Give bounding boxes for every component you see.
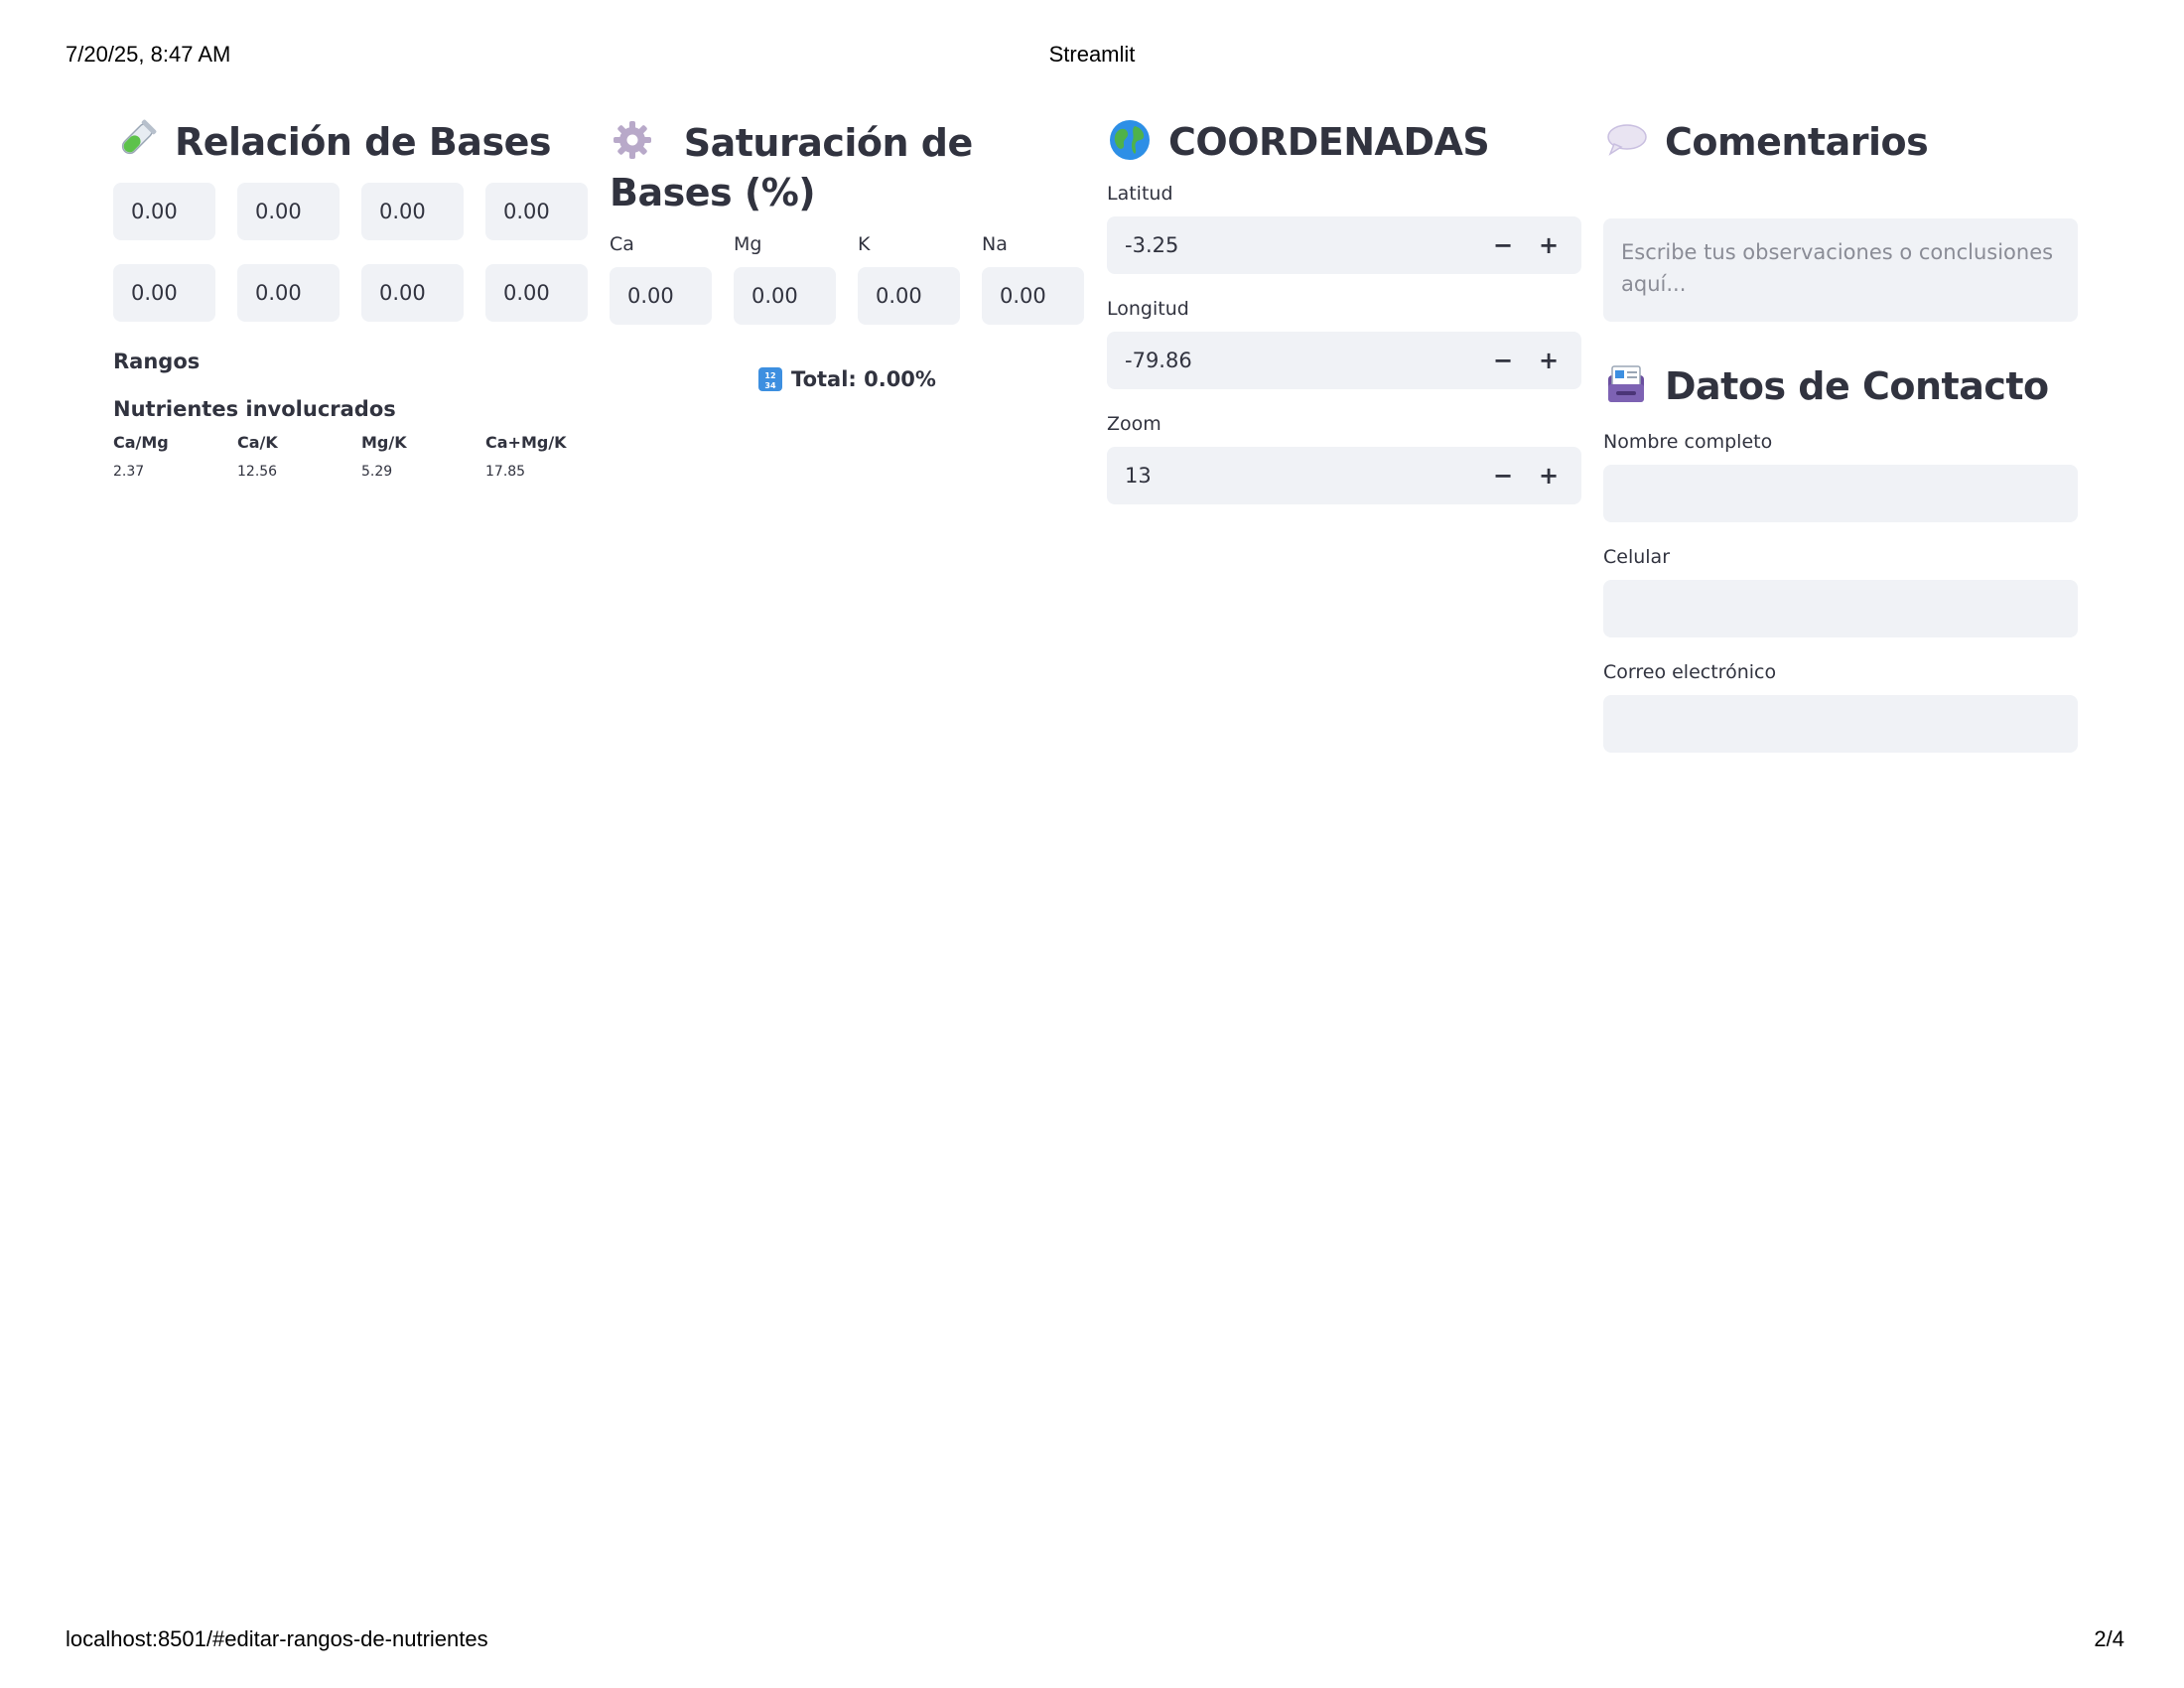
saturacion-total: 12 34 Total: 0.00% xyxy=(610,366,1084,392)
correo-label: Correo electrónico xyxy=(1603,661,1777,683)
saturacion-field-na: Na 0.00 xyxy=(982,233,1084,325)
longitud-label: Longitud xyxy=(1107,298,1189,320)
comentarios-textarea[interactable]: Escribe tus observaciones o conclusiones… xyxy=(1603,218,2078,322)
relacion-title: Relación de Bases xyxy=(175,120,551,164)
saturacion-fields: Ca 0.00 Mg 0.00 K 0.00 Na 0.00 xyxy=(610,233,1084,325)
contacto-title: Datos de Contacto xyxy=(1665,364,2049,408)
mg-input[interactable]: 0.00 xyxy=(734,267,836,325)
svg-text:34: 34 xyxy=(764,381,776,390)
print-page-number: 2/4 xyxy=(2094,1626,2124,1651)
zoom-label: Zoom xyxy=(1107,413,1161,435)
ratio-value: 17.85 xyxy=(485,464,526,480)
ratio-name: Mg/K xyxy=(361,433,407,452)
field-label: Ca xyxy=(610,233,634,255)
correo-input[interactable] xyxy=(1603,695,2078,753)
zoom-number-input[interactable]: 13 − + xyxy=(1107,447,1581,504)
relacion-input[interactable]: 0.00 xyxy=(485,264,588,322)
zoom-stepper: − + xyxy=(1480,447,1571,504)
latitud-label: Latitud xyxy=(1107,183,1173,205)
print-title: Streamlit xyxy=(1048,42,1136,67)
longitud-decrement-button[interactable]: − xyxy=(1480,347,1526,374)
coordenadas-section: COORDENADAS Latitud -3.25 − + Longitud -… xyxy=(1107,117,1581,504)
print-url: localhost:8501/#editar-rangos-de-nutrien… xyxy=(66,1626,488,1651)
ca-input[interactable]: 0.00 xyxy=(610,267,712,325)
relacion-input[interactable]: 0.00 xyxy=(237,264,340,322)
latitud-number-input[interactable]: -3.25 − + xyxy=(1107,216,1581,274)
ratio-value: 5.29 xyxy=(361,464,393,480)
relacion-input[interactable]: 0.00 xyxy=(361,264,464,322)
latitud-increment-button[interactable]: + xyxy=(1526,231,1571,259)
longitud-increment-button[interactable]: + xyxy=(1526,347,1571,374)
latitud-decrement-button[interactable]: − xyxy=(1480,231,1526,259)
field-label: Na xyxy=(982,233,1008,255)
rangos-label: Rangos xyxy=(113,350,201,373)
relacion-input[interactable]: 0.00 xyxy=(485,183,588,240)
longitud-value[interactable]: -79.86 xyxy=(1125,349,1192,372)
latitud-stepper: − + xyxy=(1480,216,1571,274)
zoom-decrement-button[interactable]: − xyxy=(1480,462,1526,490)
svg-text:12: 12 xyxy=(764,371,775,380)
relacion-inputs-row-1: 0.00 0.00 0.00 0.00 xyxy=(113,183,588,240)
gear-icon xyxy=(610,117,655,163)
longitud-stepper: − + xyxy=(1480,332,1571,389)
total-text: Total: 0.00% xyxy=(791,367,936,391)
ratio-name: Ca+Mg/K xyxy=(485,433,567,452)
coordenadas-heading: COORDENADAS xyxy=(1107,117,1581,167)
globe-icon xyxy=(1107,117,1153,163)
id-card-icon xyxy=(1603,361,1649,407)
relacion-input[interactable]: 0.00 xyxy=(237,183,340,240)
nombre-input[interactable] xyxy=(1603,465,2078,522)
saturacion-heading: Saturación de Bases (%) xyxy=(610,117,1084,217)
relacion-de-bases-section: Relación de Bases 0.00 0.00 0.00 0.00 0.… xyxy=(113,117,588,480)
ratios-table: Ca/Mg 2.37 Ca/K 12.56 Mg/K 5.29 Ca+Mg/K 17.8… xyxy=(113,433,588,480)
contacto-heading: Datos de Contacto xyxy=(1603,361,2078,411)
saturacion-field-mg: Mg 0.00 xyxy=(734,233,836,325)
saturacion-title: Saturación de Bases (%) xyxy=(610,121,973,214)
comentarios-heading: Comentarios xyxy=(1603,117,2078,167)
longitud-number-input[interactable]: -79.86 − + xyxy=(1107,332,1581,389)
field-label: Mg xyxy=(734,233,762,255)
relacion-inputs-row-2: 0.00 0.00 0.00 0.00 xyxy=(113,264,588,322)
comentarios-contacto-section: Comentarios Escribe tus observaciones o … xyxy=(1603,117,2078,753)
k-input[interactable]: 0.00 xyxy=(858,267,960,325)
ratio-name: Ca/K xyxy=(237,433,278,452)
relacion-input[interactable]: 0.00 xyxy=(113,264,215,322)
ratio-name: Ca/Mg xyxy=(113,433,169,452)
relacion-heading: Relación de Bases xyxy=(113,117,588,167)
ratio-value: 2.37 xyxy=(113,464,145,480)
na-input[interactable]: 0.00 xyxy=(982,267,1084,325)
field-label: K xyxy=(858,233,871,255)
saturacion-field-k: K 0.00 xyxy=(858,233,960,325)
celular-label: Celular xyxy=(1603,546,1671,568)
comentarios-title: Comentarios xyxy=(1665,120,1929,164)
test-tube-icon xyxy=(113,117,159,163)
numbers-icon: 12 34 xyxy=(757,366,783,392)
relacion-input[interactable]: 0.00 xyxy=(113,183,215,240)
nutrientes-label: Nutrientes involucrados xyxy=(113,397,396,421)
celular-input[interactable] xyxy=(1603,580,2078,637)
zoom-value[interactable]: 13 xyxy=(1125,464,1152,488)
ratio-item: Ca/K 12.56 xyxy=(237,433,361,480)
nombre-label: Nombre completo xyxy=(1603,431,1773,453)
coordenadas-title: COORDENADAS xyxy=(1168,120,1490,164)
ratio-item: Mg/K 5.29 xyxy=(361,433,485,480)
ratio-item: Ca+Mg/K 17.85 xyxy=(485,433,610,480)
ratio-value: 12.56 xyxy=(237,464,278,480)
speech-bubble-icon xyxy=(1603,117,1649,163)
relacion-input[interactable]: 0.00 xyxy=(361,183,464,240)
saturacion-field-ca: Ca 0.00 xyxy=(610,233,712,325)
latitud-value[interactable]: -3.25 xyxy=(1125,233,1178,257)
zoom-increment-button[interactable]: + xyxy=(1526,462,1571,490)
ratio-item: Ca/Mg 2.37 xyxy=(113,433,237,480)
saturacion-de-bases-section: Saturación de Bases (%) Ca 0.00 Mg 0.00 K0… xyxy=(610,117,1084,392)
